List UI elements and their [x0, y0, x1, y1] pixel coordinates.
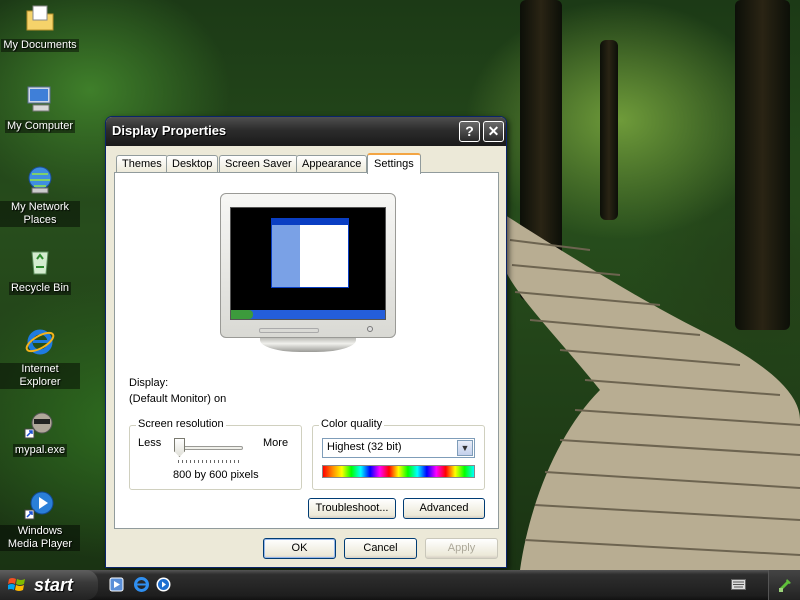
apply-button[interactable]: Apply	[425, 538, 498, 559]
color-quality-value: Highest (32 bit)	[327, 441, 402, 453]
desktop-icon-recycle-bin[interactable]: Recycle Bin	[0, 245, 80, 295]
quick-launch-media-icon[interactable]	[108, 576, 125, 593]
close-button[interactable]: ✕	[483, 121, 504, 142]
advanced-button[interactable]: Advanced	[403, 498, 485, 519]
network-places-icon	[28, 166, 52, 194]
desktop-icon-label: My Documents	[1, 39, 79, 52]
desktop-icon-label: My Computer	[4, 120, 76, 133]
desktop-icon-label: mypal.exe	[12, 444, 68, 457]
quick-launch-internet-explorer-icon[interactable]	[133, 576, 150, 593]
color-spectrum-bar	[322, 465, 475, 478]
help-icon: ?	[465, 123, 474, 139]
media-player-icon	[24, 491, 54, 520]
settings-panel: Display: (Default Monitor) on Screen res…	[114, 172, 499, 529]
resolution-value: 800 by 600 pixels	[173, 469, 259, 481]
slider-more-label: More	[263, 437, 289, 449]
close-icon: ✕	[487, 123, 500, 139]
slider-ticks	[178, 460, 242, 463]
slider-less-label: Less	[138, 437, 162, 449]
monitor-stand	[260, 338, 356, 352]
desktop-icon-label: My Network Places	[0, 201, 80, 227]
color-quality-group: Color quality Highest (32 bit) ▼	[312, 418, 485, 490]
tab-strip: Themes Desktop Screen Saver Appearance S…	[114, 153, 504, 174]
desktop-icon-mypal[interactable]: mypal.exe	[0, 407, 80, 457]
mypal-raccoon-icon	[24, 412, 53, 439]
desktop-icon-label: Windows Media Player	[0, 525, 80, 551]
color-quality-legend: Color quality	[319, 418, 385, 430]
desktop-icon-my-network-places[interactable]: My Network Places	[0, 164, 80, 227]
recycle-bin-icon	[31, 251, 49, 275]
desktop-icon-windows-media-player[interactable]: Windows Media Player	[0, 488, 80, 551]
taskbar: start	[0, 570, 800, 600]
power-led	[367, 326, 373, 332]
title-bar[interactable]: Display Properties ? ✕	[106, 117, 506, 146]
cancel-button[interactable]: Cancel	[344, 538, 417, 559]
ok-button[interactable]: OK	[263, 538, 336, 559]
tab-themes[interactable]: Themes	[116, 155, 168, 173]
windows-logo-icon	[8, 578, 25, 591]
desktop-icon-my-documents[interactable]: My Documents	[0, 2, 80, 52]
chevron-down-icon[interactable]: ▼	[457, 440, 473, 456]
desktop-icon-label: Recycle Bin	[8, 282, 72, 295]
monitor-preview	[220, 193, 396, 338]
resolution-slider-track[interactable]	[177, 446, 243, 450]
help-button[interactable]: ?	[459, 121, 480, 142]
troubleshoot-button[interactable]: Troubleshoot...	[308, 498, 396, 519]
color-quality-select[interactable]: Highest (32 bit) ▼	[322, 438, 475, 458]
quick-launch-media-player-icon[interactable]	[155, 576, 172, 593]
start-button[interactable]: start	[0, 570, 98, 600]
display-value: (Default Monitor) on	[129, 393, 227, 405]
display-label: Display:	[129, 377, 169, 389]
folder-documents-icon	[26, 5, 54, 31]
resolution-slider-thumb[interactable]	[174, 438, 185, 457]
desktop-icon-label: Internet Explorer	[0, 363, 80, 389]
internet-explorer-icon	[25, 329, 55, 355]
tab-settings[interactable]: Settings	[367, 153, 421, 174]
monitor-screen	[230, 207, 386, 320]
desktop-icon-internet-explorer[interactable]: Internet Explorer	[0, 326, 80, 389]
tab-appearance[interactable]: Appearance	[296, 155, 368, 173]
tab-screen-saver[interactable]: Screen Saver	[219, 155, 298, 173]
screen-resolution-legend: Screen resolution	[136, 418, 226, 430]
screen-resolution-group: Screen resolution Less More 800 by 600 p…	[129, 418, 302, 490]
preview-taskbar	[231, 310, 385, 319]
preview-window	[271, 218, 349, 288]
desktop-icon-my-computer[interactable]: My Computer	[0, 83, 80, 133]
safely-remove-hardware-icon[interactable]	[777, 577, 793, 593]
start-label: start	[34, 575, 74, 595]
tab-desktop[interactable]: Desktop	[166, 155, 219, 173]
computer-icon	[27, 86, 51, 112]
display-properties-window: Display Properties ? ✕ Themes Desktop Sc…	[105, 116, 507, 568]
system-tray	[768, 570, 800, 600]
keyboard-icon[interactable]	[731, 579, 746, 590]
window-title: Display Properties	[112, 123, 227, 138]
